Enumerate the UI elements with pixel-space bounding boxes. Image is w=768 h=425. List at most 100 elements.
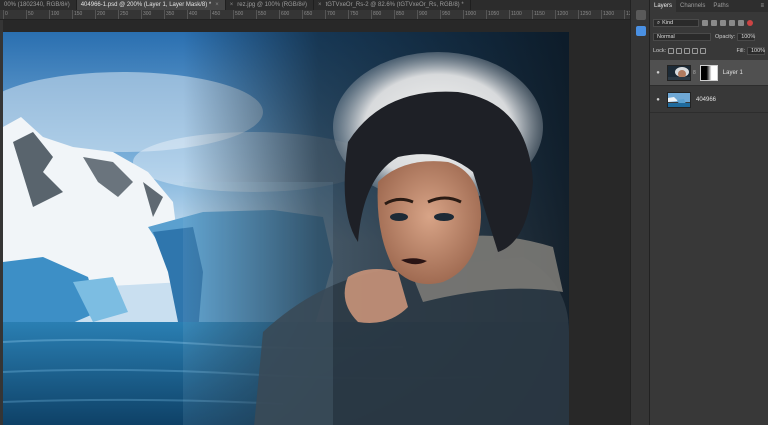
lock-artboard-icon[interactable] [692,48,699,54]
doc-tab-3[interactable]: × tGTVxeOr_Rs-2 @ 82.6% (tGTVxeOr_Rs, RGB… [314,0,471,10]
close-icon[interactable]: × [230,0,234,10]
tab-paths[interactable]: Paths [709,0,732,12]
lock-all-icon[interactable] [700,48,707,54]
properties-icon[interactable] [636,26,646,36]
ruler-tick [624,10,625,19]
lock-row: Lock: Fill: 100% [653,46,765,56]
ruler-tick [187,10,188,19]
ruler-tick [256,10,257,19]
opacity-label: Opacity: [715,34,736,40]
filter-adjustment-icon[interactable] [711,20,717,26]
filter-type-icon[interactable] [720,20,726,26]
ruler-tick [348,10,349,19]
ruler-tick [233,10,234,19]
ruler-tick-label: 450 [212,11,221,17]
doc-tab-label: 404966-1.psd @ 200% (Layer 1, Layer Mask… [80,2,212,8]
ruler-tick-label: 650 [304,11,313,17]
ruler-tick-label: 700 [327,11,336,17]
ruler-tick-label: 200 [97,11,106,17]
fill-field[interactable]: 100% [747,47,765,55]
tab-layers[interactable]: Layers [650,0,677,12]
lock-transparent-icon[interactable] [668,48,675,54]
ruler-tick [417,10,418,19]
iceberg-thumbnail-image [668,92,690,107]
composite-artwork [3,32,569,425]
ruler-tick-label: 900 [419,11,428,17]
layer-row-404966[interactable]: ● 404966 [650,87,768,113]
ruler-tick-label: 1150 [534,11,545,17]
ruler-tick-label: 1250 [580,11,592,17]
ruler-tick [95,10,96,19]
ruler-tick [302,10,303,19]
lock-label: Lock: [653,48,667,54]
ruler-tick-label: 550 [258,11,267,17]
doc-tab-label: 00% (1802340, RGB/8#) [4,2,70,8]
ruler-tick-label: 1050 [488,11,500,17]
ruler-tick-label: 100 [51,11,60,17]
ruler-tick [463,10,464,19]
ruler-tick-label: 1300 [603,11,615,17]
ruler-tick [509,10,510,19]
lock-image-icon[interactable] [676,48,683,54]
canvas-area[interactable] [3,20,630,425]
lock-position-icon[interactable] [684,48,691,54]
ruler-tick-label: 50 [28,11,34,17]
link-icon[interactable]: 8 [693,70,696,76]
filter-row: ⌕ Kind [653,18,765,28]
history-icon[interactable] [636,10,646,20]
doc-tab-0[interactable]: 00% (1802340, RGB/8#) [0,0,77,10]
ruler-tick [440,10,441,19]
layers-panel: Layers Channels Paths ≡ ⌕ Kind Normal Op… [650,0,768,425]
layer-name[interactable]: 404966 [696,97,716,103]
visibility-eye-icon[interactable]: ● [653,97,663,103]
filter-kind-label: Kind [662,20,674,26]
tab-channels[interactable]: Channels [676,0,709,12]
ruler-tick-label: 0 [5,11,8,17]
blend-row: Normal Opacity: 100% [653,32,765,42]
opacity-value: 100% [741,34,756,40]
portrait-thumbnail-image [668,65,690,80]
ruler-tick [49,10,50,19]
filter-toggle-icon[interactable] [747,20,753,26]
ruler-tick [141,10,142,19]
layer-thumbnail[interactable] [667,91,691,108]
doc-tab-1[interactable]: 404966-1.psd @ 200% (Layer 1, Layer Mask… [76,0,226,10]
ruler-tick-label: 400 [189,11,198,17]
layer-name[interactable]: Layer 1 [723,70,743,76]
ruler-tick [555,10,556,19]
ruler-tick [371,10,372,19]
panel-tab-bar: Layers Channels Paths ≡ [650,0,768,12]
layer-row-layer-1[interactable]: ● 8 Layer 1 [650,60,768,86]
ruler-tick-label: 1100 [511,11,522,17]
document-image[interactable] [3,32,569,425]
ruler-tick [578,10,579,19]
layer-thumbnail[interactable] [667,64,691,81]
ruler-tick [164,10,165,19]
panel-menu-icon[interactable]: ≡ [760,3,768,9]
ruler-tick [601,10,602,19]
ruler-tick [325,10,326,19]
fill-label: Fill: [736,48,745,54]
blend-mode-select[interactable]: Normal [653,33,711,41]
close-icon[interactable]: × [215,0,219,10]
ruler-tick-label: 300 [143,11,152,17]
doc-tab-2[interactable]: × rez.jpg @ 100% (RGB/8#) [226,0,315,10]
ruler-tick-label: 1200 [557,11,569,17]
filter-pixel-icon[interactable] [702,20,708,26]
ruler-tick-label: 250 [120,11,129,17]
ruler-tick-label: 350 [166,11,175,17]
ruler-tick [72,10,73,19]
close-icon[interactable]: × [318,0,322,10]
ruler-tick [279,10,280,19]
layer-mask-thumbnail[interactable] [699,64,718,81]
ruler-tick [26,10,27,19]
filter-shape-icon[interactable] [729,20,735,26]
filter-kind-select[interactable]: ⌕ Kind [653,19,699,27]
filter-smart-object-icon[interactable] [738,20,744,26]
visibility-eye-icon[interactable]: ● [653,70,663,76]
ruler-tick [210,10,211,19]
opacity-field[interactable]: 100% [737,33,755,41]
ruler-tick [532,10,533,19]
panel-toolstrip [630,0,650,425]
blend-mode-value: Normal [657,34,675,40]
